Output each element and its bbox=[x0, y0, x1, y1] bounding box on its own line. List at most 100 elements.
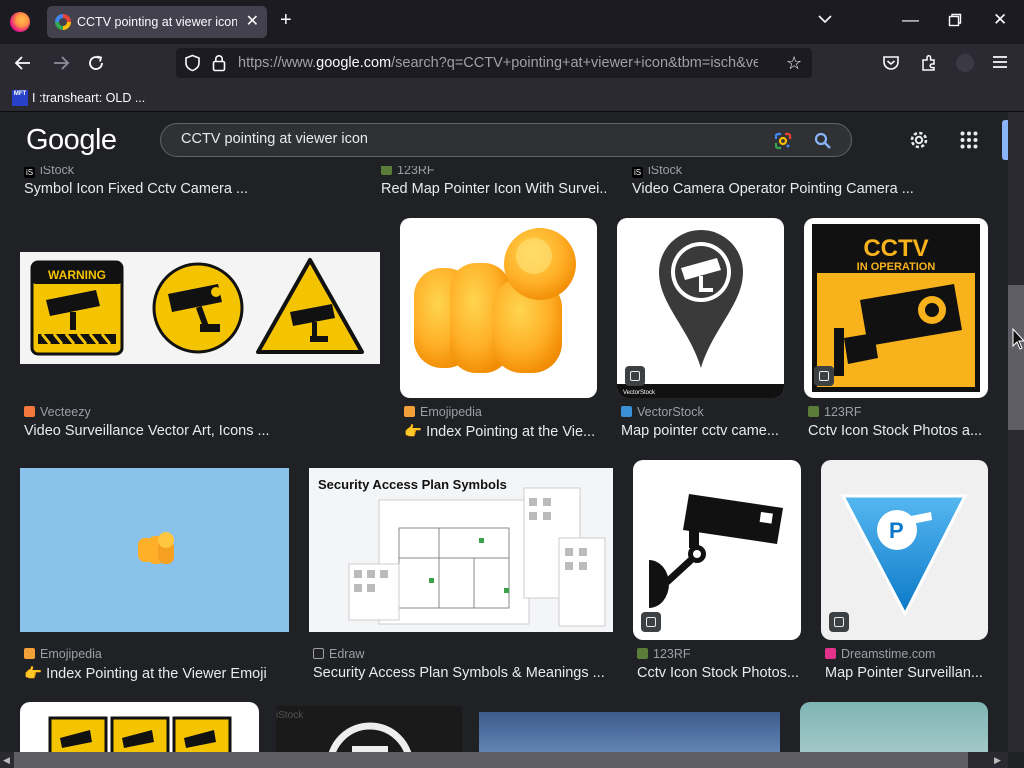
result-source[interactable]: 123RF bbox=[637, 647, 691, 661]
url-text[interactable]: https://www.google.com/search?q=CCTV+poi… bbox=[238, 55, 758, 71]
result-title[interactable]: 👉 Index Pointing at the Vie... bbox=[404, 423, 597, 440]
result-source[interactable]: iS iStock bbox=[632, 166, 682, 178]
tab-close-icon[interactable]: ✕ bbox=[246, 11, 259, 31]
vertical-scrollbar-thumb[interactable] bbox=[1008, 285, 1024, 430]
source-name: 123RF bbox=[824, 405, 862, 419]
result-thumbnail[interactable] bbox=[20, 468, 289, 632]
result-thumbnail[interactable]: Security Access Plan Symbols bbox=[309, 468, 613, 632]
minimize-icon[interactable]: — bbox=[902, 10, 919, 30]
source-name: Emojipedia bbox=[40, 647, 102, 661]
istock-favicon-icon: iS bbox=[24, 167, 35, 178]
result-source[interactable]: Dreamstime.com bbox=[825, 647, 935, 661]
menu-icon[interactable] bbox=[992, 54, 1008, 75]
scroll-left-icon[interactable]: ◀ bbox=[3, 755, 10, 766]
result-thumbnail[interactable]: CCTV IN OPERATION bbox=[804, 218, 988, 398]
google-lens-icon[interactable] bbox=[773, 131, 793, 151]
google-logo[interactable]: Google bbox=[26, 124, 117, 157]
source-name: iStock bbox=[40, 166, 75, 177]
apps-grid-icon[interactable] bbox=[960, 131, 978, 149]
chevron-down-icon[interactable] bbox=[818, 11, 832, 27]
back-icon[interactable] bbox=[14, 54, 32, 77]
result-title[interactable]: 👉 Index Pointing at the Viewer Emoji bbox=[24, 665, 289, 682]
small-pointing-hand-image bbox=[138, 532, 174, 564]
result-thumbnail[interactable] bbox=[800, 702, 988, 752]
result-title[interactable]: Video Surveillance Vector Art, Icons ... bbox=[24, 423, 380, 439]
result-title[interactable]: Cctv Icon Stock Photos... bbox=[637, 665, 801, 681]
search-icon[interactable] bbox=[813, 131, 833, 151]
result-source[interactable]: Vecteezy bbox=[24, 405, 91, 419]
google-header: Google bbox=[0, 112, 1008, 166]
result-title[interactable]: Red Map Pointer Icon With Survei... bbox=[381, 181, 606, 197]
istock-favicon-icon: iS bbox=[632, 167, 643, 178]
new-tab-icon[interactable]: + bbox=[280, 9, 292, 32]
edraw-favicon-icon bbox=[313, 648, 324, 659]
result-thumbnail[interactable]: P bbox=[821, 460, 988, 640]
result-thumbnail[interactable]: WARNING bbox=[20, 252, 380, 364]
result-title[interactable]: Video Camera Operator Pointing Camera ..… bbox=[632, 181, 992, 197]
vectorstock-watermark: VectorStock bbox=[623, 390, 656, 396]
close-window-icon[interactable]: ✕ bbox=[993, 10, 1007, 30]
result-source[interactable]: 123RF bbox=[381, 166, 435, 177]
result-source[interactable]: Emojipedia bbox=[404, 405, 482, 419]
extensions-icon[interactable] bbox=[920, 54, 938, 77]
result-thumbnail[interactable] bbox=[633, 460, 801, 640]
bookmark-favicon-icon: MFT bbox=[12, 90, 28, 106]
result-thumbnail[interactable] bbox=[20, 702, 259, 752]
result-source[interactable]: 123RF bbox=[808, 405, 862, 419]
result-thumbnail[interactable] bbox=[479, 712, 780, 752]
vertical-scrollbar[interactable] bbox=[1008, 112, 1024, 752]
search-input[interactable] bbox=[181, 131, 741, 147]
star-bookmark-icon[interactable]: ☆ bbox=[786, 53, 802, 74]
result-source[interactable]: Edraw bbox=[313, 647, 364, 661]
tab-title: CCTV pointing at viewer icon bbox=[77, 15, 237, 29]
maximize-icon[interactable] bbox=[948, 12, 962, 32]
result-title[interactable]: Symbol Icon Fixed Cctv Camera ... bbox=[24, 181, 364, 197]
search-box[interactable] bbox=[160, 123, 852, 157]
result-title[interactable]: Map pointer cctv came... bbox=[621, 423, 784, 439]
scroll-right-icon[interactable]: ▶ bbox=[994, 755, 1001, 766]
url-bar[interactable]: https://www.google.com/search?q=CCTV+poi… bbox=[176, 48, 812, 78]
warning-signs-image: WARNING bbox=[30, 258, 364, 356]
result-title[interactable]: Security Access Plan Symbols & Meanings … bbox=[313, 665, 613, 681]
security-plan-title: Security Access Plan Symbols bbox=[318, 477, 507, 492]
warning-text: WARNING bbox=[48, 268, 106, 282]
source-name: Emojipedia bbox=[420, 405, 482, 419]
url-prefix: https://www. bbox=[238, 55, 317, 71]
horizontal-scrollbar-thumb[interactable] bbox=[14, 752, 968, 768]
result-source[interactable]: Emojipedia bbox=[24, 647, 102, 661]
result-source[interactable]: iS iStock bbox=[24, 166, 74, 178]
forward-icon[interactable] bbox=[52, 54, 70, 77]
reload-icon[interactable] bbox=[87, 54, 105, 77]
cctv-sign-title: CCTV bbox=[863, 235, 928, 262]
image-results-grid: iS iStock Symbol Icon Fixed Cctv Camera .… bbox=[0, 166, 1008, 752]
gear-icon[interactable] bbox=[908, 129, 930, 157]
firefox-icon[interactable] bbox=[10, 12, 30, 32]
tracking-shield-icon[interactable] bbox=[184, 54, 201, 77]
lock-icon[interactable] bbox=[212, 54, 226, 77]
result-thumbnail[interactable]: VectorStock bbox=[617, 218, 784, 398]
result-source[interactable]: VectorStock bbox=[621, 405, 704, 419]
dreamstime-favicon-icon bbox=[825, 648, 836, 659]
pointing-hand-image bbox=[414, 228, 576, 373]
tab-active[interactable]: CCTV pointing at viewer icon ✕ bbox=[47, 6, 267, 38]
source-name: Vecteezy bbox=[40, 405, 91, 419]
security-plan-image: Security Access Plan Symbols bbox=[318, 477, 606, 627]
account-icon[interactable] bbox=[956, 54, 974, 72]
result-title[interactable]: Map Pointer Surveillan... bbox=[825, 665, 988, 681]
source-name: iStock bbox=[648, 166, 683, 177]
pocket-icon[interactable] bbox=[882, 54, 900, 77]
mouse-cursor-icon bbox=[1012, 327, 1024, 355]
istock-watermark: iStock bbox=[276, 710, 304, 721]
result-thumbnail[interactable]: iStock bbox=[276, 706, 462, 752]
result-title[interactable]: Cctv Icon Stock Photos a... bbox=[808, 423, 988, 439]
cctv-warning-stickers-image bbox=[48, 716, 232, 752]
navigation-toolbar: https://www.google.com/search?q=CCTV+poi… bbox=[0, 44, 1024, 84]
bookmark-item[interactable]: I :transheart: OLD ... bbox=[32, 91, 145, 105]
123rf-favicon-icon bbox=[808, 406, 819, 417]
result-thumbnail[interactable] bbox=[400, 218, 597, 398]
123rf-favicon-icon bbox=[637, 648, 648, 659]
istock-camera-circle-image: iStock bbox=[276, 710, 412, 752]
source-name: Dreamstime.com bbox=[841, 647, 936, 661]
image-badge-icon bbox=[641, 612, 661, 632]
in-operation-text: IN OPERATION bbox=[857, 261, 936, 273]
